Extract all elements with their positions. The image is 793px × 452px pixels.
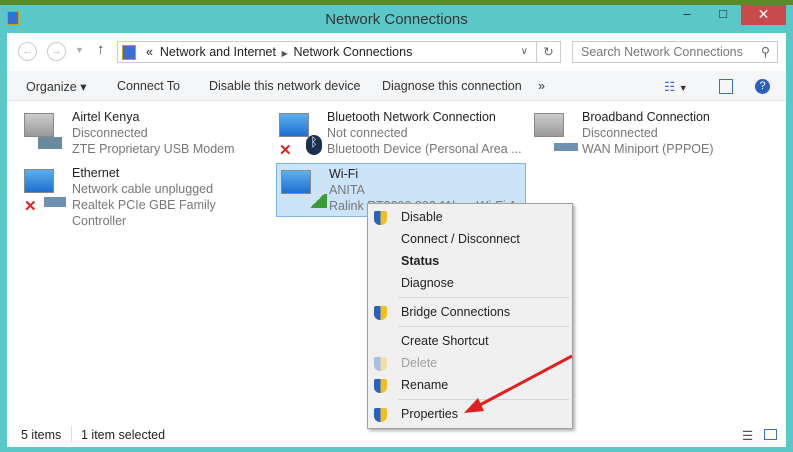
annotation-arrow [464,354,573,413]
